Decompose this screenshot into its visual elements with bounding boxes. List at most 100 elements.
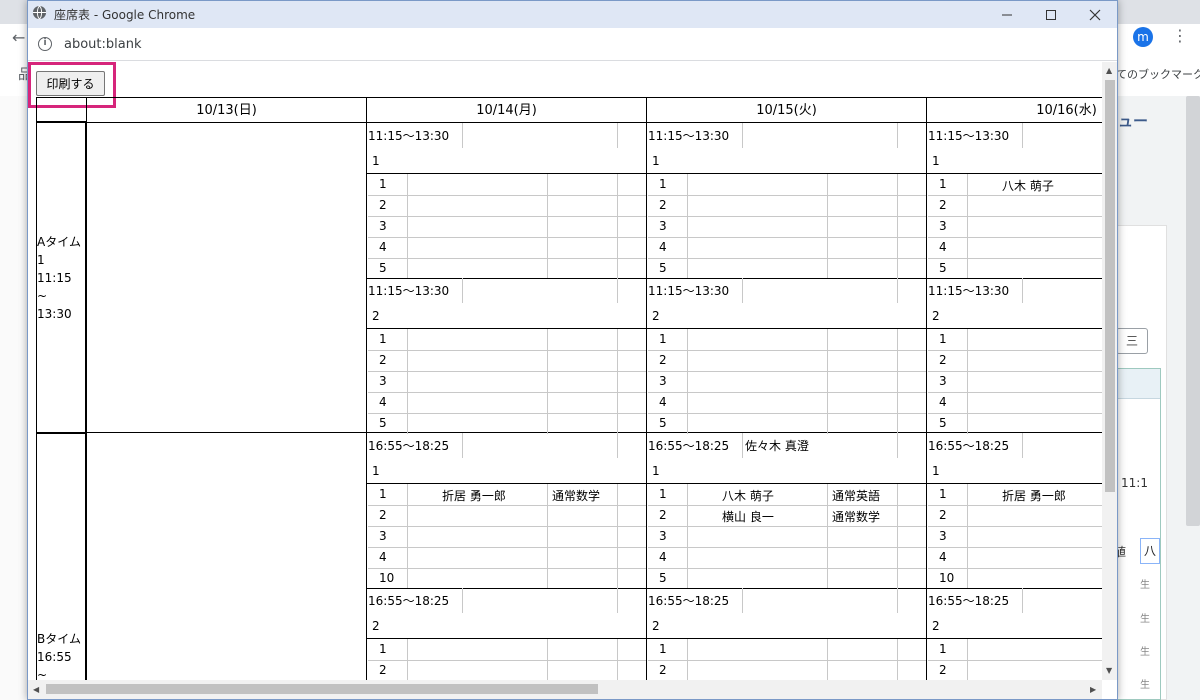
all-bookmarks-link[interactable]: てのブックマーク [1116, 66, 1200, 82]
seat-number: 3 [379, 219, 387, 233]
close-button[interactable] [1073, 1, 1117, 28]
seat-number: 1 [659, 332, 667, 346]
horizontal-scroll-thumb[interactable] [46, 684, 598, 694]
room-number: 2 [652, 619, 660, 633]
seat-number: 3 [939, 219, 947, 233]
time-slot-label: 16:55～18:25 [928, 439, 1010, 453]
time-slot-label: 16:55～18:25 [648, 594, 730, 608]
background-field-input[interactable]: 八 [1140, 538, 1160, 564]
time-slot-label: 11:15～13:30 [368, 284, 450, 298]
minimize-button[interactable] [985, 1, 1029, 28]
seat-number: 4 [379, 395, 387, 409]
background-scrollbar[interactable] [1186, 96, 1200, 526]
seat-number: 2 [659, 663, 667, 677]
seat-number: 3 [939, 529, 947, 543]
seat-number: 4 [379, 240, 387, 254]
seat-number: 5 [659, 416, 667, 430]
seat-number: 4 [939, 550, 947, 564]
background-left-area [0, 96, 28, 700]
scroll-right-icon[interactable]: ▶ [1090, 685, 1096, 694]
room-number: 1 [372, 464, 380, 478]
seat-number: 5 [379, 416, 387, 430]
background-time-text: 11:1 [1121, 476, 1148, 490]
seat-number: 4 [379, 550, 387, 564]
seat-number: 1 [659, 177, 667, 191]
seat-number: 5 [939, 416, 947, 430]
seat-number: 3 [379, 374, 387, 388]
horizontal-scrollbar[interactable]: ◀ ▶ [28, 680, 1102, 699]
background-row-label: 生 [1140, 647, 1150, 658]
seat-number: 2 [379, 198, 387, 212]
background-button[interactable]: 三 [1116, 328, 1148, 354]
background-row-label: 生 [1140, 580, 1150, 591]
page-viewport: 印刷する 10/13(日) 10/14(月) 10/15(火) 10/16(水)… [28, 62, 1102, 680]
vertical-scroll-thumb[interactable] [1105, 80, 1115, 492]
time-slot-label: 16:55～18:25 [648, 439, 730, 453]
print-button[interactable]: 印刷する [36, 71, 105, 96]
seat-number: 1 [379, 642, 387, 656]
time-slot-label: 16:55～18:25 [928, 594, 1010, 608]
seat-number: 4 [659, 395, 667, 409]
background-menu-label: ュー [1118, 112, 1149, 130]
scroll-down-icon[interactable]: ▼ [1106, 666, 1112, 675]
seat-number: 5 [379, 261, 387, 275]
scroll-up-icon[interactable]: ▲ [1106, 66, 1112, 75]
seat-number: 2 [659, 198, 667, 212]
room-number: 1 [932, 154, 940, 168]
room-number: 2 [652, 309, 660, 323]
background-row-label: 生 [1140, 614, 1150, 625]
seat-number: 3 [659, 529, 667, 543]
profile-avatar[interactable]: m [1133, 27, 1153, 47]
globe-icon [32, 5, 47, 20]
seat-number: 4 [939, 240, 947, 254]
student-name: 折居 勇一郎 [442, 489, 506, 503]
course-type: 通常数学 [832, 510, 881, 524]
close-icon [1089, 9, 1101, 20]
seat-number: 2 [939, 663, 947, 677]
seat-number: 1 [939, 177, 947, 191]
seat-number: 1 [939, 642, 947, 656]
room-number: 2 [932, 619, 940, 633]
seat-number: 1 [379, 177, 387, 191]
background-table [1117, 368, 1161, 700]
seat-schedule-table: 10/13(日) 10/14(月) 10/15(火) 10/16(水) Aタイム… [36, 97, 1102, 680]
url-text: about:blank [64, 37, 142, 52]
time-slot-b-header: Bタイム 16:55 ~ [37, 632, 81, 680]
address-bar[interactable]: i about:blank [28, 28, 1117, 61]
more-menu-icon[interactable]: ⋮ [1172, 26, 1188, 45]
date-header: 10/15(火) [756, 103, 817, 118]
seat-number: 4 [939, 395, 947, 409]
window-title: 座席表 - Google Chrome [54, 8, 196, 22]
time-slot-label: 11:15～13:30 [368, 129, 450, 143]
seat-number: 4 [659, 240, 667, 254]
vertical-scrollbar[interactable]: ▲ ▼ [1102, 62, 1117, 680]
title-bar[interactable]: 座席表 - Google Chrome [28, 1, 1117, 28]
course-type: 通常英語 [832, 489, 881, 503]
seat-number: 1 [659, 487, 667, 501]
seat-number: 2 [379, 663, 387, 677]
seat-number: 5 [659, 571, 667, 585]
seat-number: 3 [939, 374, 947, 388]
seat-number: 2 [379, 353, 387, 367]
date-header: 10/13(日) [196, 103, 257, 118]
seat-number: 1 [659, 642, 667, 656]
scroll-left-icon[interactable]: ◀ [33, 685, 39, 694]
room-number: 2 [372, 309, 380, 323]
back-arrow-icon[interactable]: ← [12, 28, 25, 47]
seat-number: 3 [659, 219, 667, 233]
maximize-button[interactable] [1029, 1, 1073, 28]
time-slot-a-header: Aタイム 1 11:15 ~ 13:30 [37, 235, 81, 321]
seat-number: 1 [379, 332, 387, 346]
room-number: 1 [932, 464, 940, 478]
seat-number: 5 [939, 261, 947, 275]
time-slot-label: 11:15～13:30 [648, 284, 730, 298]
seat-number: 3 [659, 374, 667, 388]
room-number: 1 [372, 154, 380, 168]
popup-window: 座席表 - Google Chrome i about:blank 印刷する 1… [27, 0, 1118, 700]
time-slot-label: 16:55～18:25 [368, 594, 450, 608]
background-row-label: 生 [1140, 680, 1150, 691]
info-icon[interactable]: i [38, 37, 52, 51]
seat-number: 10 [379, 571, 395, 585]
student-name: 折居 勇一郎 [1002, 489, 1066, 503]
seat-number: 4 [659, 550, 667, 564]
